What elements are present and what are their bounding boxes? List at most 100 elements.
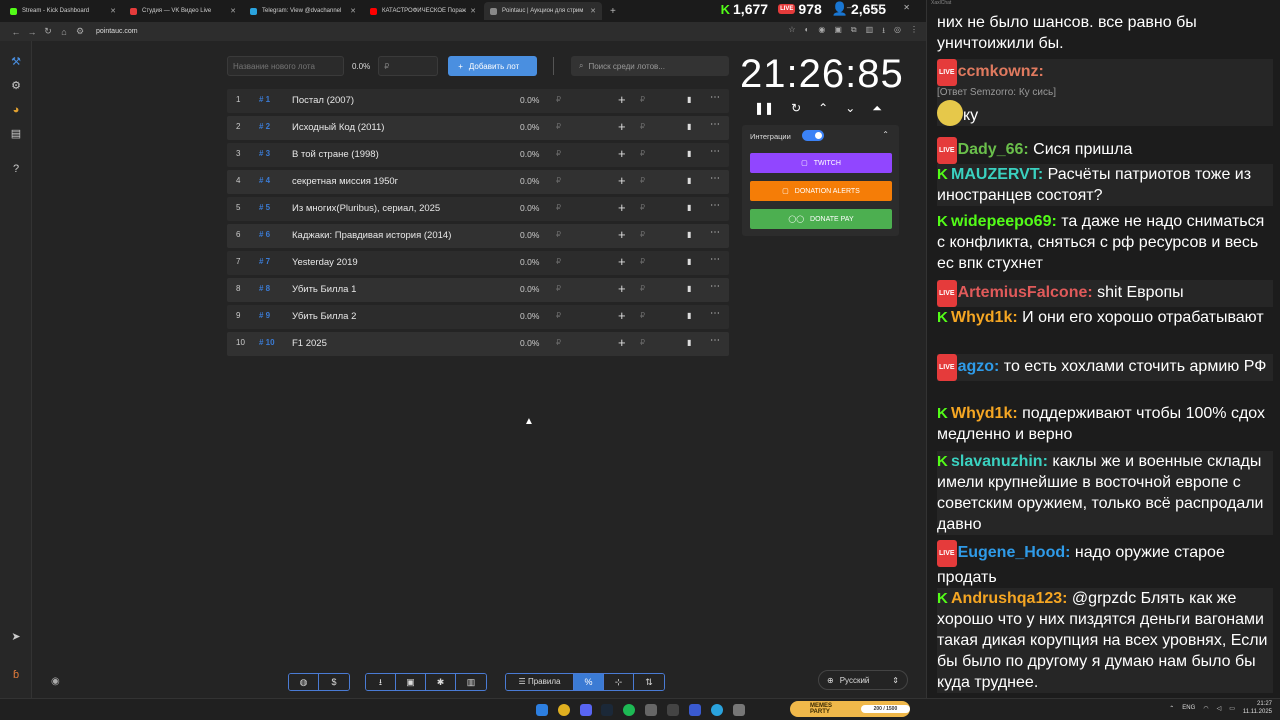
lot-add-amount-input[interactable]: ₽ [640,284,645,293]
reset-icon[interactable]: ↻ [791,101,801,116]
settings-gear-icon[interactable]: ⚙ [9,79,23,93]
chat-nickname[interactable]: Whyd1k: [951,309,1018,326]
lot-amount[interactable]: ₽ [556,230,561,239]
trash-icon[interactable]: ▮ [687,149,691,158]
plus-icon[interactable]: + [618,146,626,161]
lot-row[interactable]: 10 # 10 F1 2025 0.0% ₽ + ₽ ▮ ⋯ [227,332,729,356]
more-icon[interactable]: ⋯ [710,227,720,238]
extension-icon[interactable]: ◐ [805,25,810,39]
more-icon[interactable]: ⋯ [710,173,720,184]
tray-chevron-icon[interactable]: ⌃ [1169,705,1174,712]
trash-icon[interactable]: ▮ [687,230,691,239]
more-icon[interactable]: ⋯ [710,92,720,103]
lot-amount[interactable]: ₽ [556,257,561,266]
spotify-icon[interactable] [623,704,635,716]
trash-icon[interactable]: ▮ [687,284,691,293]
lot-add-amount-input[interactable]: ₽ [640,257,645,266]
window-controls[interactable]: – ▢ ✕ [847,3,920,12]
app-icon[interactable] [689,704,701,716]
trash-icon[interactable]: ▮ [687,176,691,185]
lot-name[interactable]: Каджаки: Правдивая история (2014) [292,230,451,241]
menu-icon[interactable]: ⋮ [910,25,918,39]
plus-icon[interactable]: + [618,119,626,134]
chevron-up-icon[interactable]: ⌃ [818,101,828,116]
more-icon[interactable]: ⋯ [710,200,720,211]
clear-trash-icon[interactable]: ▥ [456,674,486,690]
donation-alerts-button[interactable]: ▢ DONATION ALERTS [750,181,892,201]
trash-icon[interactable]: ▮ [687,338,691,347]
history-icon[interactable]: ▤ [9,127,23,141]
tab-kick[interactable]: Stream - Kick Dashboard ✕ [4,2,122,20]
url-field[interactable]: pointauc.com [96,28,138,35]
chevron-up-icon[interactable]: ⌃ [882,130,889,139]
lot-name[interactable]: Убить Билла 1 [292,284,356,295]
close-icon[interactable]: ✕ [470,7,476,15]
download-icon[interactable]: ⭳ [366,674,396,690]
plus-icon[interactable]: + [618,173,626,188]
memes-party-widget[interactable]: MEMES PARTY 200 / 1500 [790,701,910,717]
donate-icon[interactable]: ɓ [9,668,23,682]
pause-icon[interactable]: ❚❚ [754,101,774,116]
lot-name[interactable]: Исходный Код (2011) [292,122,384,133]
plus-icon[interactable]: + [618,227,626,242]
tab-youtube[interactable]: КАТАСТРОФИЧЕСКОЕ Пораж ✕ [364,2,482,20]
lot-add-amount-input[interactable]: ₽ [640,311,645,320]
chat-nickname[interactable]: agzo: [958,358,1000,375]
lot-amount[interactable]: ₽ [556,203,561,212]
double-chevron-up-icon[interactable]: ⏶ [872,101,882,116]
puzzle-icon[interactable]: ⧉ [851,25,857,39]
clock[interactable]: 21:27 11.11.2025 [1243,700,1272,716]
site-info-icon[interactable]: ⚙ [72,26,88,37]
lot-row[interactable]: 8 # 8 Убить Билла 1 0.0% ₽ + ₽ ▮ ⋯ [227,278,729,302]
lot-name[interactable]: Убить Билла 2 [292,311,356,322]
new-lot-name-input[interactable] [227,56,344,76]
lot-row[interactable]: 6 # 6 Каджаки: Правдивая история (2014) 0.0… [227,224,729,248]
lot-add-amount-input[interactable]: ₽ [640,338,645,347]
app-icon[interactable] [733,704,745,716]
trash-icon[interactable]: ▮ [687,95,691,104]
lot-add-amount-input[interactable]: ₽ [640,122,645,131]
wheel-icon[interactable]: ◕ [9,103,23,117]
plus-icon[interactable]: + [618,92,626,107]
language-select[interactable]: ⊕ Русский ⇕ [818,670,908,690]
lot-amount[interactable]: ₽ [556,95,561,104]
more-icon[interactable]: ⋯ [710,119,720,130]
chevron-down-icon[interactable]: ⌄ [845,101,855,116]
lot-add-amount-input[interactable]: ₽ [640,230,645,239]
extension-icon[interactable]: ◉ [818,25,825,39]
profile-icon[interactable]: ◎ [894,25,901,39]
start-icon[interactable] [536,704,548,716]
new-tab-button[interactable]: + [610,6,616,17]
github-icon[interactable]: ◍ [289,674,319,690]
save-icon[interactable]: ▣ [396,674,426,690]
chrome-icon[interactable] [558,704,570,716]
trash-icon[interactable]: ▮ [687,203,691,212]
battery-icon[interactable]: ▭ [1229,705,1235,712]
tab-pointauc[interactable]: Pointauc | Аукцион для стрим ✕ [484,2,602,20]
telegram-icon[interactable]: ➤ [9,630,23,644]
sidepanel-icon[interactable]: ▥ [866,25,874,39]
plus-icon[interactable]: + [618,281,626,296]
add-lot-button[interactable]: + Добавить лот [448,56,538,76]
plus-icon[interactable]: + [618,335,626,350]
lot-row[interactable]: 1 # 1 Постал (2007) 0.0% ₽ + ₽ ▮ ⋯ [227,89,729,113]
chat-nickname[interactable]: Andrushqa123: [951,590,1067,607]
chat-nickname[interactable]: Eugene_Hood: [958,544,1071,561]
chat-nickname[interactable]: Whyd1k: [951,405,1018,422]
lot-amount[interactable]: ₽ [556,284,561,293]
lot-search[interactable]: ⌕ Поиск среди лотов... [571,56,729,76]
new-lot-amount-input[interactable] [378,56,439,76]
plus-icon[interactable]: + [618,200,626,215]
lot-name[interactable]: Постал (2007) [292,95,354,106]
dollar-icon[interactable]: $ [319,674,349,690]
plus-icon[interactable]: + [618,308,626,323]
wifi-icon[interactable]: ◠ [1203,705,1208,712]
chat-nickname[interactable]: Dady_66: [958,141,1029,158]
chat-nickname[interactable]: MAUZERVT: [951,166,1043,183]
lot-amount[interactable]: ₽ [556,176,561,185]
lot-amount[interactable]: ₽ [556,122,561,131]
steam-icon[interactable] [601,704,613,716]
lot-add-amount-input[interactable]: ₽ [640,203,645,212]
lot-row[interactable]: 2 # 2 Исходный Код (2011) 0.0% ₽ + ₽ ▮ ⋯ [227,116,729,140]
more-icon[interactable]: ⋯ [710,308,720,319]
